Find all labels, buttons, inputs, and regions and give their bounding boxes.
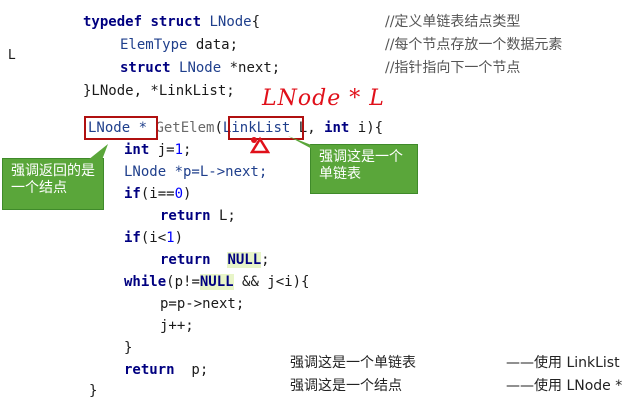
function-name: GetElem (155, 120, 215, 136)
code-line-13: p=p->next; (160, 296, 245, 312)
comment-3: //指针指向下一个节点 (385, 60, 521, 76)
code-line-2: ElemType data; (120, 36, 238, 54)
code-line-11: return NULL; (160, 251, 270, 269)
dot-mark (251, 137, 257, 143)
type-name: LNode (179, 60, 222, 76)
code-line-10: if(i<1) (124, 229, 183, 247)
code-line-3: struct LNode *next; (120, 59, 280, 77)
note-lnode-right: ——使用 LNode * (506, 378, 623, 394)
number: 1 (174, 142, 184, 158)
code-text: p; (174, 362, 209, 378)
callout-return-node: 强调返回的是一个结点 (2, 158, 104, 210)
code-line-16: return p; (124, 361, 208, 379)
keyword: int (324, 120, 350, 136)
code-line-14: j++; (160, 318, 194, 334)
note-linklist-right: ——使用 LinkList (506, 355, 620, 371)
code-line-15: } (124, 340, 133, 356)
note-lnode-left: 强调这是一个结点 (290, 378, 402, 394)
code-line-1: typedef struct LNode{ (83, 13, 260, 31)
code-line-6: int j=1; (124, 141, 191, 159)
callout-left-tail (88, 144, 108, 160)
code-text: && j<i){ (233, 274, 310, 290)
note-linklist-left: 强调这是一个单链表 (290, 355, 416, 371)
code-text: ) (174, 230, 184, 246)
keyword: struct (150, 14, 202, 30)
keyword: return (124, 362, 175, 378)
code-line-8: if(i==0) (124, 185, 191, 203)
handwritten-annotation: LNode * L (262, 86, 385, 111)
keyword: return (160, 252, 211, 268)
keyword: if (124, 186, 141, 202)
return-type-highlight-box (84, 116, 158, 140)
null-literal: NULL (199, 274, 234, 290)
keyword: int (124, 142, 150, 158)
code-text: i){ (349, 120, 384, 136)
comment-2: //每个节点存放一个数据元素 (385, 37, 563, 53)
code-text: *next; (221, 60, 281, 76)
code-text: ; (261, 252, 270, 268)
margin-marker: L (8, 48, 16, 63)
comment-1: //定义单链表结点类型 (385, 14, 521, 30)
keyword: return (160, 208, 211, 224)
code-line-9: return L; (160, 207, 236, 225)
brace: { (251, 14, 261, 30)
callout-linked-list: 强调这是一个单链表 (310, 144, 418, 194)
code-line-4: }LNode, *LinkList; (83, 83, 235, 99)
code-text: ) (183, 186, 192, 202)
code-text: j= (149, 142, 175, 158)
type-name: LNode (209, 14, 252, 30)
code-line-7: LNode *p=L->next; (124, 164, 268, 180)
number: 0 (174, 186, 184, 202)
callout-right-tail (288, 136, 314, 150)
code-text: ; (183, 142, 192, 158)
keyword: typedef (83, 14, 143, 30)
number: 1 (166, 230, 175, 246)
type-name: ElemType (120, 37, 188, 53)
code-text: (i< (140, 230, 167, 246)
keyword: while (124, 274, 167, 290)
code-text: (p!= (166, 274, 200, 290)
keyword: if (124, 230, 141, 246)
null-literal: NULL (227, 252, 262, 268)
code-line-17: } (89, 383, 98, 399)
code-text: (i== (140, 186, 175, 202)
keyword: struct (120, 60, 171, 76)
code-text: data; (187, 37, 239, 53)
code-line-12: while(p!=NULL && j<i){ (124, 273, 309, 291)
code-text: L; (210, 208, 236, 224)
pointer-icon (250, 136, 270, 154)
paren: ( (214, 120, 223, 136)
